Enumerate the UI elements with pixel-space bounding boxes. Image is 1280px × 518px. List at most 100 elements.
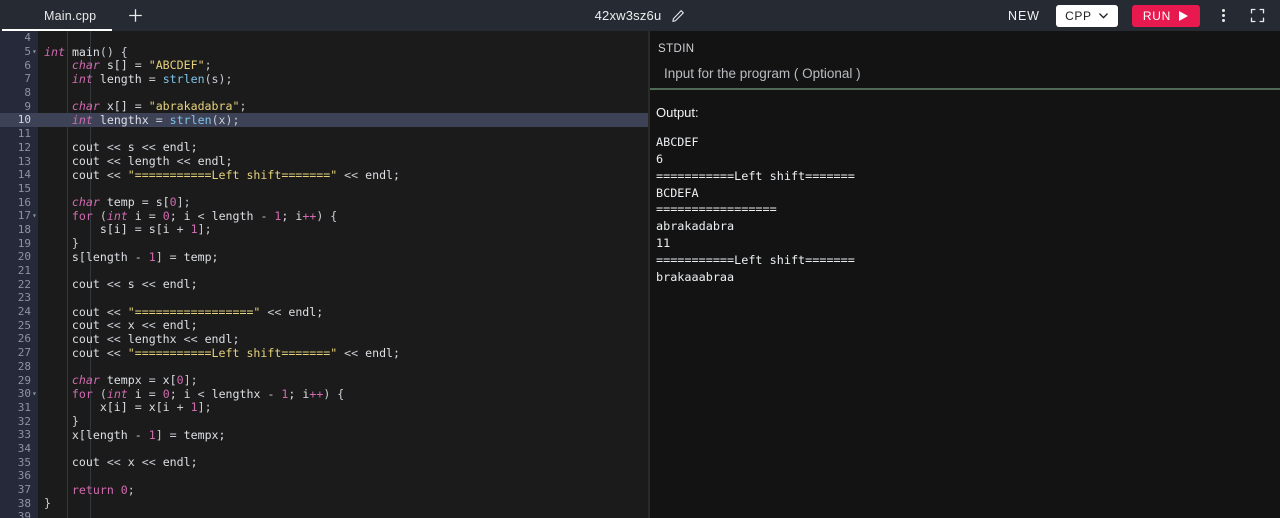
code-line-text: s[length - 1] = temp; bbox=[44, 249, 219, 264]
code-line[interactable]: 24 cout << "=================" << endl; bbox=[0, 305, 648, 319]
code-line[interactable]: 15 bbox=[0, 182, 648, 196]
code-line[interactable]: 4 bbox=[0, 31, 648, 45]
line-number: 27 bbox=[17, 346, 31, 360]
tab-main-cpp[interactable]: Main.cpp bbox=[0, 0, 113, 31]
code-line[interactable]: 14 cout << "===========Left shift=======… bbox=[0, 168, 648, 182]
code-line[interactable]: 5 ▾ int main() { bbox=[0, 45, 648, 59]
code-line[interactable]: 39 bbox=[0, 510, 648, 518]
line-number: 15 bbox=[17, 181, 31, 195]
code-line[interactable]: 6 char s[] = "ABCDEF"; bbox=[0, 58, 648, 72]
code-line[interactable]: 23 bbox=[0, 291, 648, 305]
code-line-text: cout << "===========Left shift=======" <… bbox=[44, 167, 401, 182]
code-line[interactable]: 35 cout << x << endl; bbox=[0, 455, 648, 469]
line-number: 18 bbox=[17, 222, 31, 236]
language-select[interactable]: CPP bbox=[1055, 4, 1118, 27]
line-number: 29 bbox=[17, 373, 31, 387]
code-line[interactable]: 21 bbox=[0, 264, 648, 278]
tab-label: Main.cpp bbox=[44, 8, 97, 23]
fold-toggle-icon[interactable]: ▾ bbox=[32, 387, 40, 401]
code-line[interactable]: 18 s[i] = s[i + 1]; bbox=[0, 222, 648, 237]
code-line[interactable]: 8 bbox=[0, 86, 648, 100]
code-line[interactable]: 38} bbox=[0, 496, 648, 510]
chevron-down-icon bbox=[1098, 13, 1108, 19]
code-line[interactable]: 9 char x[] = "abrakadabra"; bbox=[0, 99, 648, 113]
code-line[interactable]: 17 ▾ for (int i = 0; i < length - 1; i++)… bbox=[0, 209, 648, 223]
line-number: 19 bbox=[17, 236, 31, 250]
line-number: 33 bbox=[17, 428, 31, 442]
line-number: 31 bbox=[17, 400, 31, 414]
line-number: 14 bbox=[17, 168, 31, 182]
pencil-icon[interactable] bbox=[671, 9, 685, 23]
line-number: 21 bbox=[17, 264, 31, 278]
fold-toggle-icon[interactable]: ▾ bbox=[32, 45, 40, 59]
run-button[interactable]: RUN bbox=[1131, 4, 1200, 27]
run-button-label: RUN bbox=[1142, 8, 1171, 23]
plus-icon bbox=[129, 9, 142, 22]
line-number: 24 bbox=[17, 305, 31, 319]
code-line-text: x[length - 1] = tempx; bbox=[44, 427, 226, 442]
code-line-text: } bbox=[44, 414, 79, 429]
code-editor-pane[interactable]: 4 5 ▾ int main() {6 char s[] = "ABCDEF"; 7 i… bbox=[0, 31, 648, 518]
line-number: 37 bbox=[17, 483, 31, 497]
code-line[interactable]: 36 bbox=[0, 469, 648, 483]
line-number: 13 bbox=[17, 154, 31, 168]
line-number: 20 bbox=[17, 250, 31, 264]
code-line[interactable]: 22 cout << s << endl; bbox=[0, 277, 648, 291]
code-line-text: for (int i = 0; i < lengthx - 1; i++) { bbox=[71, 386, 345, 401]
line-number: 38 bbox=[17, 496, 31, 510]
line-number: 7 bbox=[24, 72, 31, 86]
code-line[interactable]: 26 cout << lengthx << endl; bbox=[0, 332, 648, 346]
line-number: 36 bbox=[17, 469, 31, 483]
stdin-input[interactable]: Input for the program ( Optional ) bbox=[664, 61, 1264, 85]
code-line-text: cout << "===========Left shift=======" <… bbox=[44, 345, 401, 360]
code-line[interactable]: 27 cout << "===========Left shift=======… bbox=[0, 346, 648, 360]
fold-toggle-icon[interactable]: ▾ bbox=[32, 209, 40, 223]
code-area[interactable]: 4 5 ▾ int main() {6 char s[] = "ABCDEF"; 7 i… bbox=[0, 31, 648, 518]
code-line-text: cout << s << endl; bbox=[44, 140, 198, 155]
code-line[interactable]: 33 x[length - 1] = tempx; bbox=[0, 428, 648, 442]
stdin-label: STDIN bbox=[658, 43, 695, 55]
code-line-text: s[i] = s[i + 1]; bbox=[44, 222, 212, 237]
output-label: Output: bbox=[656, 105, 699, 120]
code-line[interactable]: 13 cout << length << endl; bbox=[0, 154, 648, 168]
code-line[interactable]: 34 bbox=[0, 442, 648, 456]
code-line[interactable]: 29 char tempx = x[0]; bbox=[0, 373, 648, 387]
tab-strip: Main.cpp bbox=[0, 0, 158, 31]
code-line-text: x[i] = x[i + 1]; bbox=[44, 400, 212, 415]
code-line[interactable]: 12 cout << s << endl; bbox=[0, 140, 648, 155]
code-line[interactable]: 37 return 0; bbox=[0, 483, 648, 497]
new-button[interactable]: NEW bbox=[996, 9, 1052, 23]
code-line[interactable]: 19 } bbox=[0, 236, 648, 250]
kebab-dot bbox=[1221, 18, 1225, 22]
kebab-dot bbox=[1221, 14, 1225, 17]
code-line[interactable]: 7 int length = strlen(s); bbox=[0, 72, 648, 86]
line-number: 8 bbox=[24, 86, 31, 100]
code-line-text: char temp = s[0]; bbox=[71, 195, 191, 210]
line-number: 9 bbox=[24, 99, 31, 113]
stdin-underline bbox=[650, 88, 1280, 90]
code-line[interactable]: 31 x[i] = x[i + 1]; bbox=[0, 400, 648, 415]
code-line[interactable]: 30 ▾ for (int i = 0; i < lengthx - 1; i++… bbox=[0, 387, 648, 401]
code-line[interactable]: 11 bbox=[0, 127, 648, 141]
code-line[interactable]: 16 char temp = s[0]; bbox=[0, 195, 648, 209]
project-title[interactable]: 42xw3sz6u bbox=[595, 8, 662, 23]
code-line-text: return 0; bbox=[71, 482, 135, 497]
code-line[interactable]: 28 bbox=[0, 360, 648, 374]
overflow-menu-button[interactable] bbox=[1206, 0, 1240, 31]
code-line[interactable]: 20 s[length - 1] = temp; bbox=[0, 250, 648, 264]
code-line-text: cout << lengthx << endl; bbox=[44, 331, 240, 346]
code-line-text: char tempx = x[0]; bbox=[71, 373, 198, 388]
code-line-text: int lengthx = strlen(x); bbox=[71, 112, 240, 127]
fullscreen-button[interactable] bbox=[1240, 0, 1274, 31]
code-line[interactable]: 32 } bbox=[0, 414, 648, 428]
line-number: 34 bbox=[17, 441, 31, 455]
code-line[interactable]: 25 cout << x << endl; bbox=[0, 318, 648, 332]
top-bar: Main.cpp 42xw3sz6u NEW CPP RUN bbox=[0, 0, 1280, 31]
line-number: 35 bbox=[17, 455, 31, 469]
code-line-text: } bbox=[44, 236, 79, 251]
code-line[interactable]: 10 int lengthx = strlen(x); bbox=[0, 113, 648, 127]
header-actions: NEW CPP RUN bbox=[996, 0, 1280, 31]
line-number: 39 bbox=[17, 510, 31, 518]
new-tab-button[interactable] bbox=[112, 0, 158, 31]
line-number: 23 bbox=[17, 291, 31, 305]
